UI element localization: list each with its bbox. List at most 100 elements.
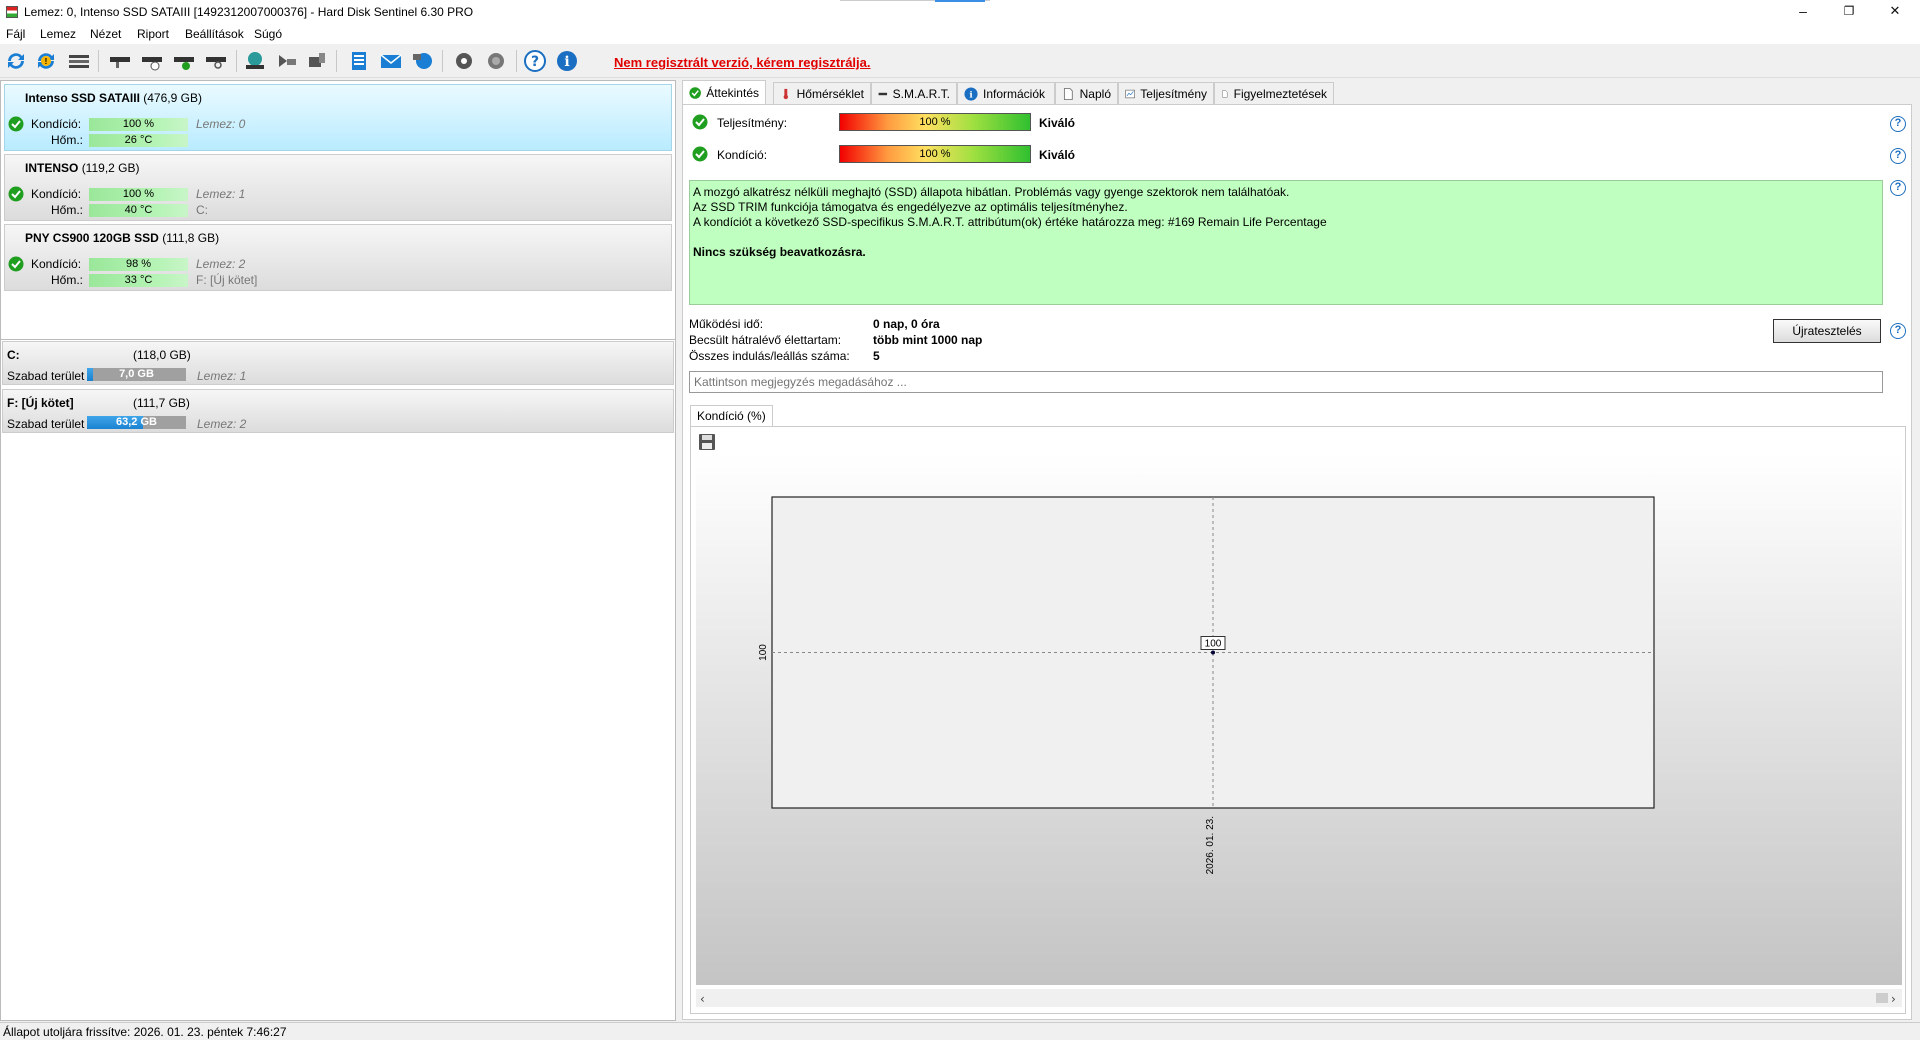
tab-temperature[interactable]: Hőmérséklet [773,82,871,104]
maximize-button[interactable]: ❐ [1826,0,1872,24]
panel-divider [1,339,675,340]
status-text: Állapot utoljára frissítve: 2026. 01. 23… [3,1025,287,1039]
tab-smart[interactable]: S.M.A.R.T. [871,82,957,104]
overview-panel: Teljesítmény: 100 % Kiváló ? Kondíció: 1… [682,104,1912,1020]
disk-number-label: Lemez: 0 [196,117,246,131]
disk-list-icon[interactable] [66,49,92,73]
svg-text:!: ! [45,57,48,66]
condition-bar: 100 % [839,145,1031,163]
volume-item-c[interactable]: C: (118,0 GB) Szabad terület 7,0 GB Leme… [2,341,674,385]
tab-information[interactable]: i Információk [957,82,1055,104]
tools-icon[interactable] [274,49,300,73]
retest-button[interactable]: Újratesztelés [1773,319,1881,343]
volume-size: (118,0 GB) [133,348,191,362]
tab-warnings[interactable]: Figyelmeztetések [1214,82,1334,104]
disk-item-1[interactable]: INTENSO (119,2 GB) Kondíció: 100 % Lemez… [4,154,672,221]
disk-item-0[interactable]: Intenso SSD SATAIII (476,9 GB) Kondíció:… [4,84,672,151]
document-icon [1222,89,1228,98]
performance-label: Teljesítmény: [717,116,788,130]
tab-label: S.M.A.R.T. [892,86,950,101]
temp-bar: 33 °C [89,274,188,287]
registration-link[interactable]: Nem regisztrált verzió, kérem regisztrál… [614,55,871,70]
toolbar-separator [98,50,99,72]
help-icon[interactable]: ? [522,49,548,73]
data-label: 100 [1205,639,1222,650]
help-icon[interactable]: ? [1890,116,1906,132]
condition-row: Kondíció: 100 % Kiváló [689,145,1289,165]
help-icon[interactable]: ? [1890,180,1906,196]
help-icon[interactable]: ? [1890,148,1906,164]
toolbar-separator [516,50,517,72]
tab-performance[interactable]: Teljesítmény [1118,82,1214,104]
info-icon[interactable]: i [554,49,580,73]
disk-check-icon[interactable] [171,49,197,73]
temp-label: Hőm.: [51,133,84,147]
close-button[interactable]: ✕ [1872,0,1918,24]
info-line: A kondíciót a következő SSD-specifikus S… [693,215,1327,229]
disk-globe-icon[interactable] [242,49,268,73]
disk-name-text: INTENSO [25,161,79,175]
menu-file[interactable]: Fájl [6,27,25,41]
disk-clock-icon[interactable] [139,49,165,73]
condition-bar: 98 % [89,258,188,271]
disk-panel: Intenso SSD SATAIII (476,9 GB) Kondíció:… [0,80,676,1021]
volume-size: (111,7 GB) [133,396,190,410]
menu-report[interactable]: Riport [137,27,169,41]
ok-check-icon [692,146,708,162]
network-icon[interactable] [410,49,436,73]
disk-name: INTENSO (119,2 GB) [25,161,140,175]
menu-disk[interactable]: Lemez [40,27,76,41]
help-icon[interactable]: ? [1890,323,1906,339]
refresh-icon[interactable] [3,49,29,73]
speaker-icon[interactable] [483,49,509,73]
save-icon[interactable] [699,434,715,450]
email-icon[interactable] [378,49,404,73]
disk-icon [878,92,888,95]
tab-label: Napló [1079,86,1111,101]
minimize-button[interactable]: – [1780,0,1826,24]
tab-log[interactable]: Napló [1055,82,1118,104]
ok-check-icon [8,256,24,272]
note-input[interactable] [689,371,1883,393]
disk-icon[interactable] [107,49,133,73]
menu-view[interactable]: Nézet [90,27,121,41]
disk-name-text: PNY CS900 120GB SSD [25,231,159,245]
performance-row: Teljesítmény: 100 % Kiváló [689,113,1289,133]
gear-icon[interactable] [451,49,477,73]
disk-item-2[interactable]: PNY CS900 120GB SSD (111,8 GB) Kondíció:… [4,224,672,291]
info-recommendation: Nincs szükség beavatkozásra. [693,245,866,259]
condition-label: Kondíció: [31,257,82,271]
refresh-warning-icon[interactable]: ! [33,49,59,73]
lifetime-row: Becsült hátralévő élettartam: több mint … [689,333,982,347]
startstop-row: Összes indulás/leállás száma: 5 [689,349,880,363]
tab-label: Figyelmeztetések [1233,86,1327,101]
y-tick-label: 100 [758,644,769,661]
backup-icon[interactable] [304,49,330,73]
menu-settings[interactable]: Beállítások [185,27,244,41]
startstop-label: Összes indulás/leállás száma: [689,349,850,363]
x-tick-label: 2026. 01. 23. [1205,816,1216,874]
chart-tab-condition[interactable]: Kondíció (%) [690,405,773,427]
disk-number-label: Lemez: 2 [196,257,246,271]
svg-text:i: i [564,54,569,70]
menu-help[interactable]: Súgó [254,27,282,41]
disk-search-icon[interactable] [203,49,229,73]
temp-bar: 26 °C [89,134,188,147]
disk-name: PNY CS900 120GB SSD (111,8 GB) [25,231,219,245]
volume-item-f[interactable]: F: [Új kötet] (111,7 GB) Szabad terület … [2,389,674,433]
volume-disk-label: Lemez: 1 [197,369,247,383]
horizontal-scrollbar[interactable]: ‹ › [696,989,1902,1007]
tab-overview[interactable]: Áttekintés [682,80,766,104]
data-point [1211,650,1215,655]
report-icon[interactable] [346,49,372,73]
ok-check-icon [692,114,708,130]
tab-label: Áttekintés [706,85,759,100]
condition-label: Kondíció: [31,187,82,201]
app-icon [6,6,18,18]
temp-label: Hőm.: [51,203,84,217]
free-space-label: Szabad terület [7,417,85,431]
volume-name: F: [Új kötet] [7,396,74,410]
volume-name: C: [7,348,20,362]
startstop-value: 5 [873,349,880,363]
toolbar-separator [336,50,337,72]
